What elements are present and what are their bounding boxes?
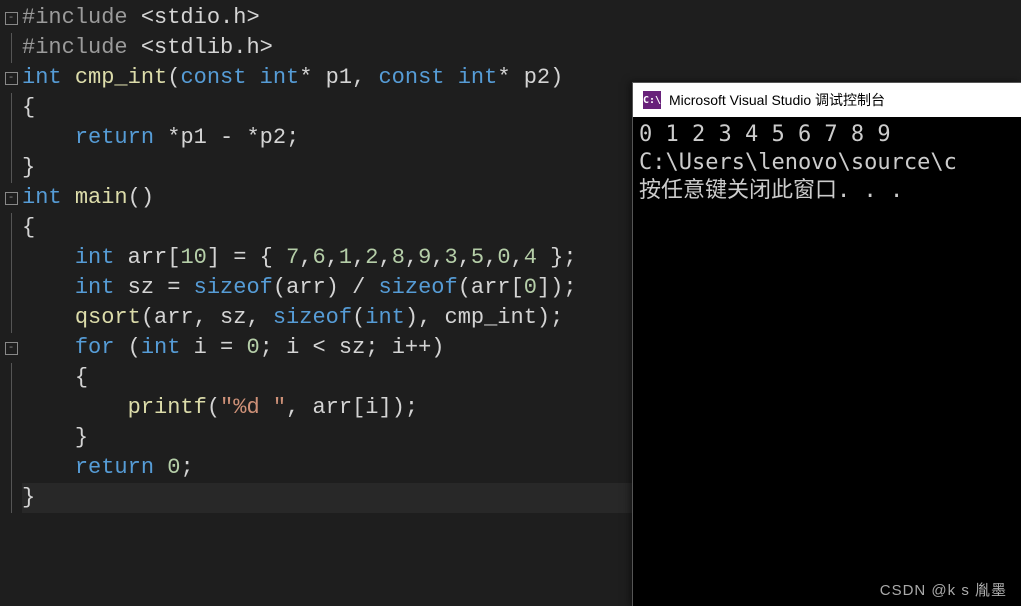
code-line[interactable]: int arr[10] = { 7,6,1,2,8,9,3,5,0,4 }; <box>22 243 632 273</box>
code-line[interactable]: printf("%d ", arr[i]); <box>22 393 632 423</box>
code-line[interactable]: { <box>22 213 632 243</box>
code-line[interactable]: } <box>22 153 632 183</box>
code-line[interactable]: for (int i = 0; i < sz; i++) <box>22 333 632 363</box>
fold-line <box>11 243 12 273</box>
code-line[interactable]: #include <stdlib.h> <box>22 33 632 63</box>
fold-line <box>11 213 12 243</box>
fold-line <box>11 273 12 303</box>
fold-line <box>11 123 12 153</box>
code-editor[interactable]: - - - - #include <stdio.h>#include <stdlib.… <box>0 0 632 606</box>
console-output: 0 1 2 3 4 5 6 7 8 9 C:\Users\lenovo\sour… <box>633 117 1021 209</box>
fold-line <box>11 393 12 423</box>
fold-line <box>11 153 12 183</box>
code-line[interactable]: #include <stdio.h> <box>22 3 632 33</box>
code-line[interactable]: { <box>22 363 632 393</box>
fold-line <box>11 483 12 513</box>
fold-line <box>11 303 12 333</box>
code-area[interactable]: #include <stdio.h>#include <stdlib.h>int… <box>22 0 632 606</box>
fold-line <box>11 93 12 123</box>
debug-console-window[interactable]: C:\ Microsoft Visual Studio 调试控制台 0 1 2 … <box>632 82 1021 606</box>
fold-toggle[interactable]: - <box>5 72 18 85</box>
fold-line <box>11 33 12 63</box>
console-title: Microsoft Visual Studio 调试控制台 <box>669 90 885 110</box>
code-line[interactable]: return 0; <box>22 453 632 483</box>
code-line[interactable]: int sz = sizeof(arr) / sizeof(arr[0]); <box>22 273 632 303</box>
fold-line <box>11 363 12 393</box>
code-line[interactable]: } <box>22 423 632 453</box>
watermark: CSDN @k s 胤墨 <box>880 579 1007 600</box>
code-line[interactable]: } <box>22 483 632 513</box>
fold-toggle[interactable]: - <box>5 342 18 355</box>
code-line[interactable]: int main() <box>22 183 632 213</box>
vs-icon: C:\ <box>643 91 661 109</box>
fold-gutter: - - - - <box>0 0 22 606</box>
fold-toggle[interactable]: - <box>5 192 18 205</box>
code-line[interactable]: qsort(arr, sz, sizeof(int), cmp_int); <box>22 303 632 333</box>
console-titlebar[interactable]: C:\ Microsoft Visual Studio 调试控制台 <box>633 83 1021 117</box>
fold-line <box>11 453 12 483</box>
code-line[interactable]: { <box>22 93 632 123</box>
fold-line <box>11 423 12 453</box>
code-line[interactable]: return *p1 - *p2; <box>22 123 632 153</box>
code-line[interactable]: int cmp_int(const int* p1, const int* p2… <box>22 63 632 93</box>
fold-toggle[interactable]: - <box>5 12 18 25</box>
